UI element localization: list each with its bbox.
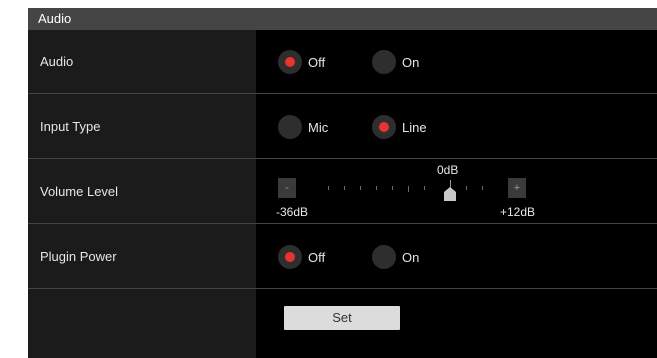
row-volume-level: Volume Level - + 0dB -36dB +12dB — [28, 160, 657, 224]
volume-tick — [482, 186, 483, 190]
volume-level-label: Volume Level — [40, 184, 119, 199]
input-type-mic-option[interactable]: Mic — [278, 114, 328, 140]
volume-tick — [408, 186, 409, 192]
volume-tick — [360, 186, 361, 190]
plugin-power-off-label: Off — [308, 249, 326, 265]
input-type-line-option[interactable]: Line — [372, 114, 427, 140]
row-divider — [28, 223, 657, 224]
row-input-type: Input Type Mic Line — [28, 95, 657, 159]
audio-off-radio[interactable] — [278, 50, 302, 74]
volume-min-label: -36dB — [276, 205, 309, 219]
audio-on-radio[interactable] — [372, 50, 396, 74]
audio-off-label: Off — [308, 54, 326, 70]
volume-thumb[interactable] — [444, 192, 456, 201]
volume-tick — [376, 186, 377, 190]
audio-label: Audio — [40, 54, 74, 69]
volume-tick — [466, 186, 467, 190]
input-type-label: Input Type — [40, 119, 101, 134]
input-type-mic-radio[interactable] — [278, 115, 302, 139]
input-type-line-radio[interactable] — [372, 115, 396, 139]
plugin-power-on-radio[interactable] — [372, 245, 396, 269]
plugin-power-off-radio[interactable] — [278, 245, 302, 269]
volume-slider[interactable]: - + 0dB -36dB +12dB — [276, 160, 538, 224]
set-button[interactable]: Set — [284, 306, 400, 330]
row-divider — [28, 158, 657, 159]
volume-zero-marker-label: 0dB — [437, 163, 459, 177]
row-divider — [28, 93, 657, 94]
panel-title: Audio — [28, 8, 657, 30]
row-audio: Audio Off On — [28, 30, 657, 94]
plugin-power-label: Plugin Power — [40, 249, 117, 264]
plugin-power-on-label: On — [402, 249, 420, 265]
audio-on-label: On — [402, 54, 420, 70]
volume-max-label: +12dB — [500, 205, 536, 219]
input-type-mic-label: Mic — [308, 119, 329, 135]
volume-decrease-button[interactable]: - — [278, 178, 296, 198]
plugin-power-off-option[interactable]: Off — [278, 244, 325, 270]
audio-settings-panel: Audio Audio Off On Input Type Mic Line V… — [28, 8, 657, 358]
plugin-power-on-option[interactable]: On — [372, 244, 419, 270]
volume-tick — [344, 186, 345, 190]
volume-increase-button[interactable]: + — [508, 178, 526, 198]
input-type-line-label: Line — [402, 119, 427, 135]
row-plugin-power: Plugin Power Off On — [28, 225, 657, 289]
audio-off-option[interactable]: Off — [278, 49, 325, 75]
row-divider — [28, 288, 657, 289]
volume-tick — [392, 186, 393, 190]
volume-tick — [424, 186, 425, 190]
volume-tick — [328, 186, 329, 190]
audio-on-option[interactable]: On — [372, 49, 419, 75]
